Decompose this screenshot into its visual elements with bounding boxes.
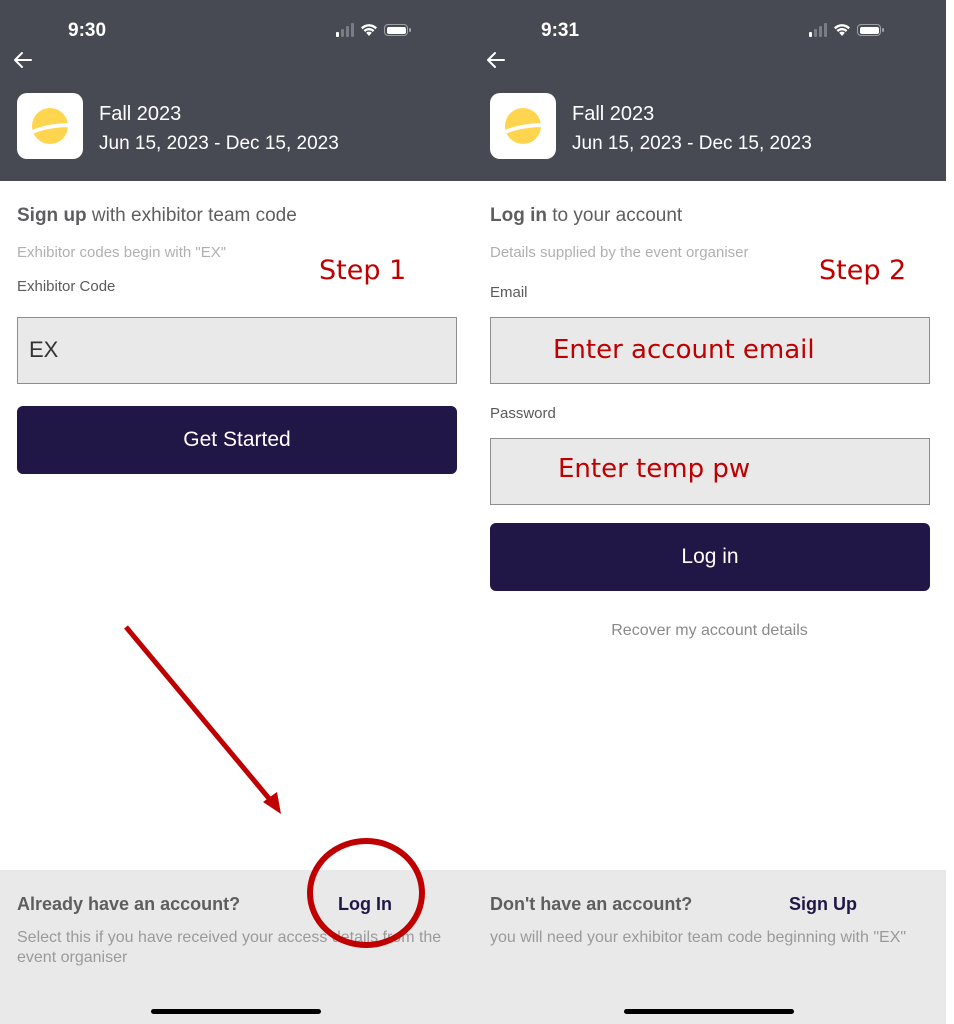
event-dates: Jun 15, 2023 - Dec 15, 2023 [572, 133, 812, 154]
email-input[interactable]: Enter account email [490, 317, 930, 384]
arrow-left-icon[interactable] [12, 49, 34, 71]
page-title: Log in to your account [490, 205, 682, 227]
event-dates: Jun 15, 2023 - Dec 15, 2023 [99, 133, 339, 154]
app-header: 9:31 Fall 2023 Jun 15, 2023 - Dec 15, 20… [473, 0, 946, 181]
password-input[interactable]: Enter temp pw [490, 438, 930, 505]
home-indicator [624, 1009, 794, 1014]
footer-question: Already have an account? [17, 894, 241, 914]
event-logo [490, 93, 556, 159]
login-screen: 9:31 Fall 2023 Jun 15, 2023 - Dec 15, 20… [473, 0, 946, 1024]
home-indicator [151, 1009, 321, 1014]
footer: Don't have an account? Sign Up you will … [473, 870, 946, 1024]
page-title: Sign up with exhibitor team code [17, 205, 297, 227]
hint-text: Exhibitor codes begin with "EX" [17, 244, 227, 261]
title-rest: with exhibitor team code [86, 205, 297, 226]
status-icons [336, 22, 411, 38]
exhibitor-code-label: Exhibitor Code [17, 278, 116, 295]
footer-question: Don't have an account? [490, 894, 693, 914]
event-logo [17, 93, 83, 159]
title-bold: Sign up [17, 205, 87, 226]
signup-screen: 9:30 Fall 2023 Jun 15, 2023 - Dec 15, 20… [0, 0, 473, 1024]
status-time: 9:31 [541, 20, 580, 41]
status-icons [809, 22, 884, 38]
get-started-button[interactable]: Get Started [17, 406, 457, 474]
recover-account-link[interactable]: Recover my account details [473, 622, 946, 640]
annotation-arrow-head [263, 792, 281, 814]
cellular-signal-icon [336, 23, 354, 37]
app-header: 9:30 Fall 2023 Jun 15, 2023 - Dec 15, 20… [0, 0, 473, 181]
sign-up-link[interactable]: Sign Up [789, 894, 857, 915]
step-annotation: Step 2 [819, 255, 907, 286]
step-annotation: Step 1 [319, 255, 407, 286]
email-annotation: Enter account email [553, 335, 815, 365]
password-annotation: Enter temp pw [558, 454, 751, 484]
title-rest: to your account [546, 205, 683, 226]
sun-logo-icon [30, 108, 71, 144]
wifi-icon [834, 24, 850, 36]
hint-text: Details supplied by the event organiser [490, 244, 749, 261]
log-in-button[interactable]: Log in [490, 523, 930, 591]
status-time: 9:30 [68, 20, 107, 41]
footer-description: you will need your exhibitor team code b… [490, 929, 907, 946]
exhibitor-code-input[interactable]: EX [17, 317, 457, 384]
annotation-arrow-line [124, 625, 274, 804]
footer: Already have an account? Log In Select t… [0, 870, 473, 1024]
wifi-icon [361, 24, 377, 36]
password-label: Password [490, 405, 556, 422]
log-in-link[interactable]: Log In [338, 894, 392, 915]
cellular-signal-icon [809, 23, 827, 37]
footer-description: Select this if you have received your ac… [17, 929, 442, 966]
event-name: Fall 2023 [572, 103, 655, 125]
battery-icon [857, 24, 884, 36]
arrow-left-icon[interactable] [485, 49, 507, 71]
email-label: Email [490, 284, 528, 301]
battery-icon [384, 24, 411, 36]
title-bold: Log in [490, 205, 547, 226]
sun-logo-icon [503, 108, 544, 144]
event-name: Fall 2023 [99, 103, 182, 125]
exhibitor-code-value: EX [29, 337, 59, 362]
